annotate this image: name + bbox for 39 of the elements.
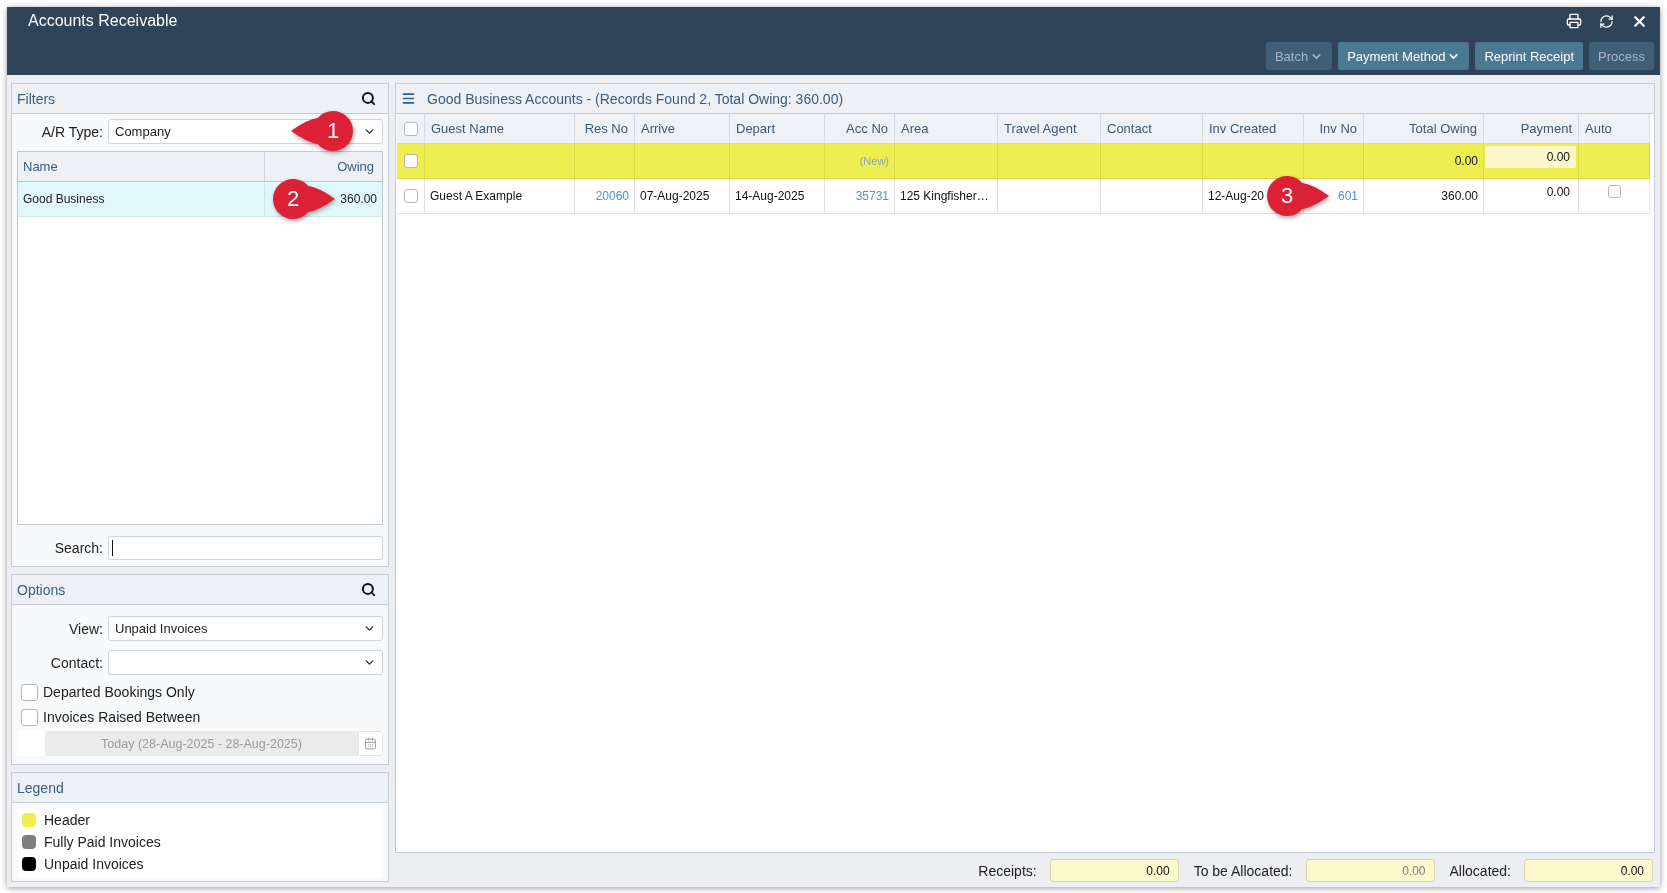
column-header: Travel Agent — [998, 114, 1101, 143]
legend-label: Unpaid Invoices — [44, 856, 144, 872]
table-cell: Guest A Example — [425, 179, 575, 213]
column-header: Auto — [1579, 114, 1650, 143]
column-header: Area — [895, 114, 998, 143]
panel-title: Filters — [17, 90, 56, 107]
step-callout: 3 — [1267, 176, 1329, 216]
window-title: Accounts Receivable — [28, 12, 178, 30]
field-label: View: — [68, 620, 103, 637]
column-header: Payment — [1484, 114, 1579, 143]
checkbox-label: Invoices Raised Between — [43, 709, 201, 725]
column-header: Res No — [575, 114, 635, 143]
column-header: Acc No — [825, 114, 895, 143]
checkbox-label: Departed Bookings Only — [43, 684, 195, 700]
field-label: Search: — [53, 539, 103, 556]
column-header: Inv No — [1304, 114, 1364, 143]
column-header: Depart — [730, 114, 825, 143]
column-header: Name — [22, 158, 59, 176]
field-label: Contact: — [49, 654, 103, 671]
panel-title: Options — [17, 581, 66, 598]
legend-label: Header — [44, 812, 90, 828]
legend-label: Fully Paid Invoices — [44, 834, 161, 850]
table-cell: 14-Aug-2025 — [730, 179, 825, 213]
column-header: Inv Created — [1203, 114, 1304, 143]
column-header: Contact — [1101, 114, 1203, 143]
table-cell: 360.00 — [1364, 179, 1484, 213]
panel-title: Legend — [17, 779, 64, 796]
total-label: Receipts: — [978, 862, 1037, 879]
table-cell: 07-Aug-2025 — [635, 179, 730, 213]
field-label: A/R Type: — [40, 123, 103, 140]
panel-title: Good Business Accounts - (Records Found 2, Total Owing: 360.00) — [427, 90, 844, 107]
column-header: Total Owing — [1364, 114, 1484, 143]
list-cell-text: Good Business — [22, 191, 106, 208]
column-header: Arrive — [635, 114, 730, 143]
column-header: Guest Name — [425, 114, 575, 143]
table-cell: 125 Kingfisher… — [895, 179, 998, 213]
total-label: Allocated: — [1449, 862, 1511, 879]
table-cell: 0.00 — [1364, 144, 1484, 178]
total-label: To be Allocated: — [1193, 862, 1293, 879]
